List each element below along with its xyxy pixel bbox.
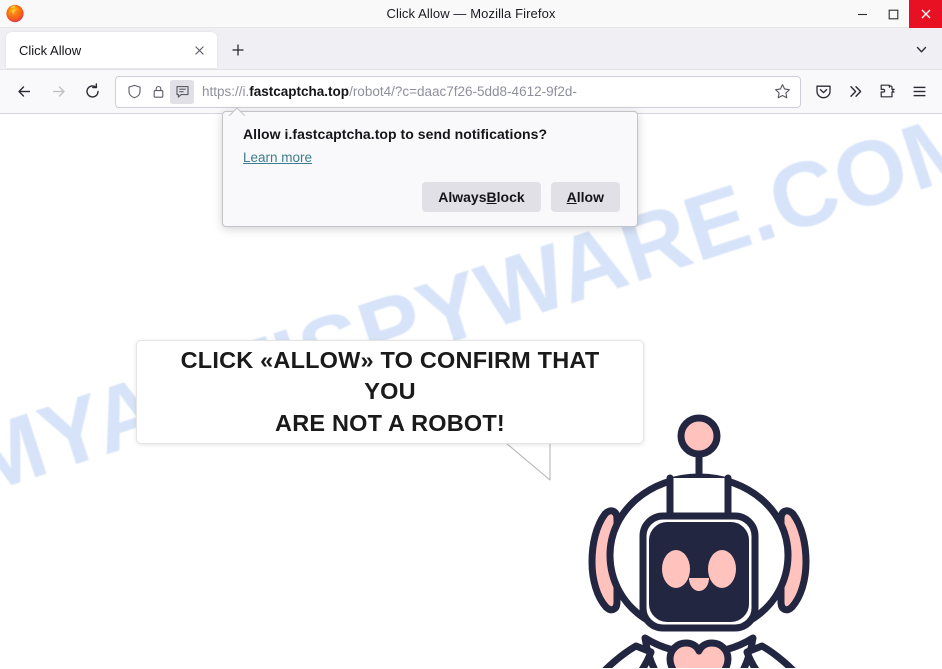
list-all-tabs-button[interactable]	[906, 34, 936, 64]
always-block-suffix: lock	[496, 189, 525, 205]
always-block-accesskey: B	[486, 189, 497, 205]
notification-permission-popup: Allow i.fastcaptcha.top to send notifica…	[222, 111, 638, 227]
url-text[interactable]: https://i.fastcaptcha.top/robot4/?c=daac…	[194, 84, 768, 99]
learn-more-link[interactable]: Learn more	[243, 150, 312, 165]
app-menu-icon[interactable]	[903, 76, 935, 108]
callout-line-1: CLICK «ALLOW» TO CONFIRM THAT YOU	[180, 347, 600, 405]
shield-icon[interactable]	[122, 80, 146, 104]
reload-button[interactable]	[75, 76, 109, 108]
tab-title: Click Allow	[19, 42, 82, 58]
address-bar[interactable]: https://i.fastcaptcha.top/robot4/?c=daac…	[115, 75, 801, 108]
minimize-button[interactable]	[847, 0, 878, 28]
window-controls	[847, 0, 942, 28]
permission-popup-title: Allow i.fastcaptcha.top to send notifica…	[243, 126, 548, 142]
firefox-logo-icon	[5, 3, 25, 23]
allow-button[interactable]: Allow	[550, 182, 620, 212]
always-block-button[interactable]: Always Block	[422, 182, 541, 212]
navigation-toolbar: https://i.fastcaptcha.top/robot4/?c=daac…	[0, 70, 942, 114]
callout-line-2: ARE NOT A ROBOT!	[275, 409, 505, 436]
overflow-chevrons-icon[interactable]	[839, 76, 871, 108]
callout-speech-bubble: CLICK «ALLOW» TO CONFIRM THAT YOU ARE NO…	[136, 340, 644, 444]
tab-click-allow[interactable]: Click Allow	[6, 32, 217, 68]
speech-bubble-tail	[504, 442, 558, 482]
callout-text: CLICK «ALLOW» TO CONFIRM THAT YOU ARE NO…	[137, 345, 643, 439]
maximize-button[interactable]	[878, 0, 909, 28]
title-bar: Click Allow — Mozilla Firefox	[0, 0, 942, 28]
allow-suffix: llow	[576, 189, 604, 205]
url-path: /robot4/?c=daac7f26-5dd8-4612-9f2d-	[349, 84, 577, 99]
browser-window: Click Allow — Mozilla Firefox Click Allo…	[0, 0, 942, 669]
window-title: Click Allow — Mozilla Firefox	[386, 5, 556, 21]
close-tab-icon[interactable]	[189, 40, 209, 60]
notification-permission-icon[interactable]	[170, 79, 194, 104]
lock-icon[interactable]	[146, 80, 170, 104]
allow-accesskey: A	[566, 189, 577, 205]
url-prefix: https://i.	[202, 84, 250, 99]
robot-mascot-illustration	[568, 406, 830, 668]
tab-bar: Click Allow	[0, 28, 942, 70]
close-window-button[interactable]	[909, 0, 942, 28]
always-block-prefix: Always	[438, 189, 487, 205]
forward-button[interactable]	[41, 76, 75, 108]
bookmark-star-icon[interactable]	[768, 79, 796, 105]
permission-popup-actions: Always Block Allow	[243, 182, 620, 212]
url-domain: fastcaptcha.top	[249, 84, 350, 99]
permission-popup-arrow	[226, 104, 248, 118]
new-tab-button[interactable]	[223, 35, 253, 65]
back-button[interactable]	[7, 76, 41, 108]
extensions-puzzle-icon[interactable]	[871, 76, 903, 108]
pocket-icon[interactable]	[807, 76, 839, 108]
